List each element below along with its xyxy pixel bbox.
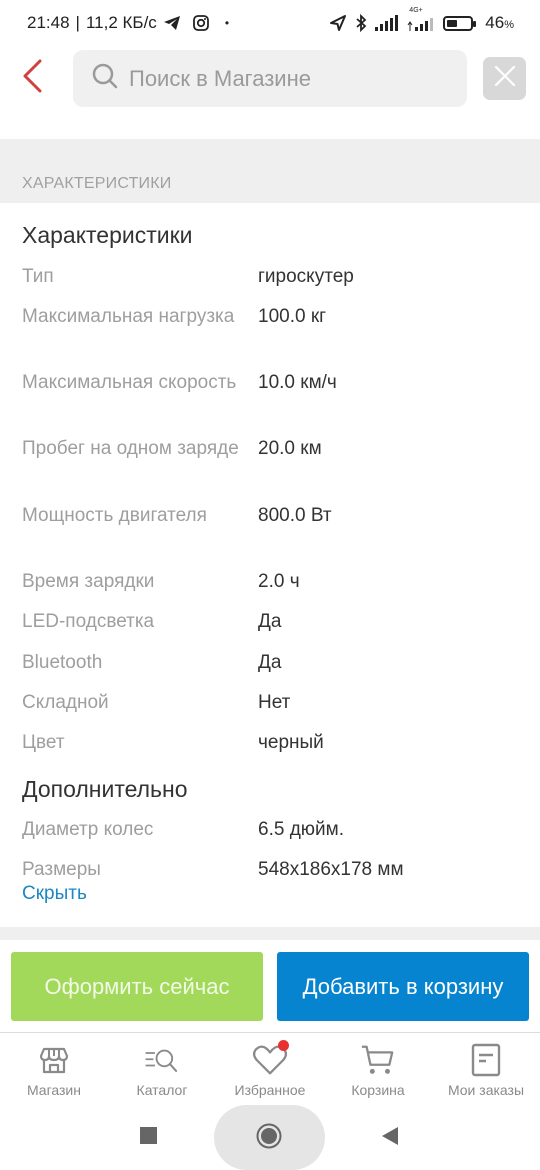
spec-row: Складной Нет [22, 690, 522, 716]
bluetooth-icon [355, 14, 367, 32]
spec-label: Цвет [22, 732, 65, 753]
system-nav-bar [0, 1105, 540, 1170]
spec-row: Размеры 548x186x178 мм [22, 857, 522, 883]
group-title-characteristics: Характеристики [22, 222, 193, 248]
nav-item-catalog[interactable]: Каталог [108, 1033, 216, 1105]
search-icon [91, 62, 119, 95]
status-separator: | [75, 13, 80, 32]
spec-label: Максимальная скорость [22, 372, 237, 393]
spec-value: Да [258, 611, 282, 632]
spec-row: LED-подсветка Да [22, 609, 522, 635]
status-right: 4G+ 46% [329, 7, 514, 33]
bottom-nav: Магазин Каталог Избранное Корзина Мои за… [0, 1033, 540, 1105]
battery-percent: 46% [485, 13, 514, 33]
cart-icon [360, 1042, 396, 1078]
signal-4g-icon: 4G+ [407, 7, 435, 31]
recents-icon [139, 1127, 157, 1149]
catalog-search-icon [144, 1042, 180, 1078]
spec-row: Максимальная скорость 10.0 км/ч [22, 370, 522, 396]
home-icon [256, 1123, 282, 1154]
search-input[interactable] [129, 65, 449, 92]
nav-label: Корзина [351, 1082, 405, 1098]
nav-label: Избранное [234, 1082, 306, 1098]
spec-label: LED-подсветка [22, 611, 155, 632]
spec-value: гироскутер [258, 266, 354, 287]
buy-now-button[interactable]: Оформить сейчас [11, 952, 263, 1021]
spec-label: Тип [22, 266, 54, 287]
favorites-badge-dot [278, 1040, 289, 1051]
nav-item-favorites[interactable]: Избранное [216, 1033, 324, 1105]
spec-label: Пробег на одном заряде [22, 438, 239, 459]
spec-label: Время зарядки [22, 571, 155, 592]
spec-value: 20.0 км [258, 438, 322, 459]
spec-value: 548x186x178 мм [258, 859, 404, 880]
spec-value: 800.0 Вт [258, 505, 332, 526]
spec-value: Да [258, 652, 282, 673]
section-header-band: ХАРАКТЕРИСТИКИ [0, 139, 540, 203]
nav-item-store[interactable]: Магазин [0, 1033, 108, 1105]
spec-value: 6.5 дюйм. [258, 819, 344, 840]
recents-button[interactable] [138, 1127, 158, 1149]
back-button[interactable] [14, 56, 50, 100]
battery-fill [447, 19, 458, 27]
back-triangle-icon [381, 1126, 399, 1150]
spec-value: Нет [258, 692, 291, 713]
spec-value: 10.0 км/ч [258, 372, 337, 393]
spec-row: Bluetooth Да [22, 650, 522, 676]
spec-row: Тип гироскутер [22, 264, 522, 290]
add-to-cart-button[interactable]: Добавить в корзину [277, 952, 529, 1021]
location-icon [329, 14, 347, 32]
close-button[interactable] [483, 57, 526, 100]
signal-icon [375, 15, 399, 31]
spec-row: Цвет черный [22, 730, 522, 756]
spec-row: Время зарядки 2.0 ч [22, 569, 522, 595]
spec-label: Диаметр колес [22, 819, 154, 840]
instagram-icon [192, 15, 209, 31]
nav-label: Каталог [136, 1082, 188, 1098]
nav-label: Магазин [26, 1082, 81, 1098]
hide-specs-link[interactable]: Скрыть [22, 883, 87, 905]
spec-row: Максимальная нагрузка 100.0 кг [22, 304, 522, 330]
home-button[interactable] [255, 1123, 283, 1154]
search-box[interactable] [73, 50, 467, 107]
status-dot: • [224, 16, 230, 30]
spec-label: Максимальная нагрузка [22, 306, 235, 327]
header [0, 48, 540, 108]
battery-percent-value: 46 [485, 13, 505, 32]
back-system-button[interactable] [380, 1126, 400, 1150]
nav-item-cart[interactable]: Корзина [324, 1033, 432, 1105]
status-bar: 21:48 | 11,2 КБ/с • 4G+ 46% [0, 0, 540, 46]
telegram-icon [163, 15, 181, 31]
status-time: 21:48 [27, 13, 70, 32]
status-speed: 11,2 КБ/с [85, 13, 157, 32]
battery-icon [443, 15, 477, 31]
spec-value: 2.0 ч [258, 571, 300, 592]
nav-label: Мои заказы [447, 1082, 525, 1098]
group-title-additional: Дополнительно [22, 776, 188, 802]
spec-row: Мощность двигателя 800.0 Вт [22, 503, 522, 529]
spec-label: Складной [22, 692, 109, 713]
chevron-left-icon [21, 59, 43, 98]
spec-row: Пробег на одном заряде 20.0 км [22, 436, 522, 462]
status-left: 21:48 | 11,2 КБ/с • [27, 13, 229, 33]
nav-item-orders[interactable]: Мои заказы [432, 1033, 540, 1105]
battery-percent-sign: % [504, 19, 514, 31]
spec-value: 100.0 кг [258, 306, 327, 327]
store-icon [36, 1042, 72, 1078]
spec-label: Мощность двигателя [22, 505, 207, 526]
section-header-label: ХАРАКТЕРИСТИКИ [22, 175, 172, 192]
spec-label: Bluetooth [22, 652, 103, 673]
spec-label: Размеры [22, 859, 101, 880]
close-icon [494, 65, 516, 92]
separator-strip [0, 927, 540, 940]
spec-value: черный [258, 732, 324, 753]
orders-icon [468, 1042, 504, 1078]
spec-row: Диаметр колес 6.5 дюйм. [22, 817, 522, 843]
network-label: 4G+ [409, 7, 423, 14]
